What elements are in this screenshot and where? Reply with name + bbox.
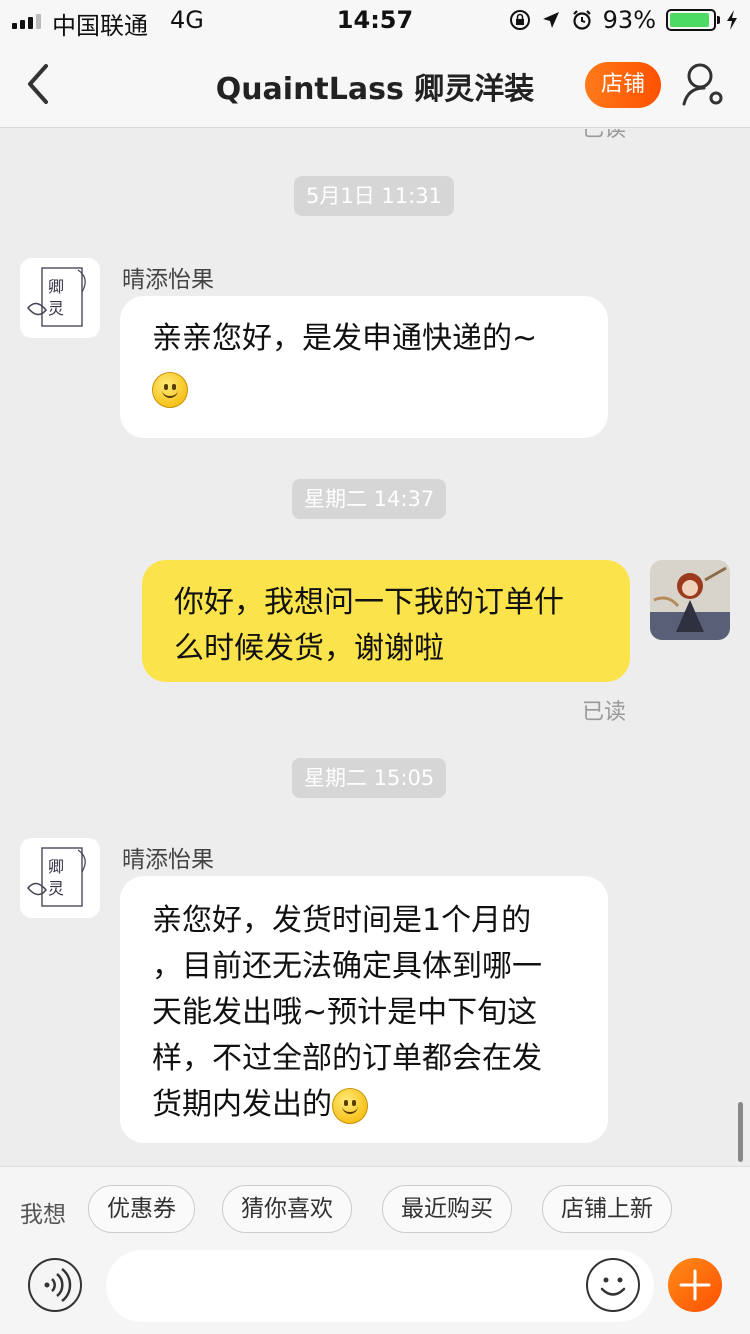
chat-area[interactable]: 已读 5月1日 11:31 卿 灵 晴添怡果 亲亲您好，是发申通快递的~ 星期二… (0, 129, 750, 1166)
message-text-line: ，目前还无法确定具体到哪一 (152, 949, 542, 984)
timestamp-pill: 星期二 15:05 (292, 758, 447, 798)
voice-icon (44, 1268, 72, 1302)
emoji-icon (600, 1277, 626, 1296)
user-avatar-image-icon (650, 560, 730, 640)
status-bar: 中国联通 4G 14:57 93% (0, 0, 750, 40)
chip-new-arrivals[interactable]: 店铺上新 (542, 1185, 672, 1233)
seller-logo-icon: 卿 灵 (20, 838, 100, 918)
nav-bar: QuaintLass 卿灵洋装 店铺 (0, 40, 750, 128)
quick-reply-bar: 我想 优惠券 猜你喜欢 最近购买 店铺上新 (0, 1166, 750, 1250)
sender-name: 晴添怡果 (122, 847, 214, 873)
message-text-line: 么时候发货，谢谢啦 (174, 631, 444, 666)
quick-reply-label: 我想 (20, 1202, 66, 1228)
chip-recent-purchases[interactable]: 最近购买 (382, 1185, 512, 1233)
battery-percent: 93% (602, 6, 656, 34)
seller-avatar[interactable]: 卿 灵 (20, 258, 100, 338)
orientation-lock-icon (509, 10, 530, 30)
message-text-line: 亲您好，发货时间是1个月的 (152, 903, 532, 938)
message-text: 亲亲您好，是发申通快递的~ (152, 321, 538, 356)
profile-settings-button[interactable] (680, 60, 728, 108)
svg-text:灵: 灵 (48, 879, 64, 898)
read-status: 已读 (582, 700, 627, 725)
message-text-line: 天能发出哦~预计是中下旬这 (152, 995, 538, 1030)
chip-coupons[interactable]: 优惠券 (88, 1185, 195, 1233)
read-status-top: 已读 (582, 129, 627, 142)
smile-emoji-icon (332, 1087, 368, 1124)
message-text-line: 样，不过全部的订单都会在发 (152, 1041, 542, 1076)
svg-text:卿: 卿 (48, 277, 64, 296)
incoming-message-bubble[interactable]: 亲亲您好，是发申通快递的~ (120, 296, 608, 438)
chip-recommendations[interactable]: 猜你喜欢 (222, 1185, 352, 1233)
store-button[interactable]: 店铺 (585, 62, 661, 108)
svg-text:灵: 灵 (48, 299, 64, 318)
user-settings-icon (682, 63, 723, 106)
battery-icon (666, 9, 720, 31)
message-text-line: 货期内发出的 (152, 1087, 332, 1122)
message-input[interactable] (106, 1250, 654, 1322)
seller-logo-icon: 卿 灵 (20, 258, 100, 338)
charging-icon (727, 10, 737, 30)
svg-text:卿: 卿 (48, 857, 64, 876)
message-text-line: 你好，我想问一下我的订单什 (174, 585, 564, 620)
sender-name: 晴添怡果 (122, 267, 214, 293)
location-icon (542, 12, 559, 28)
alarm-icon (572, 10, 591, 30)
voice-button[interactable] (28, 1258, 82, 1312)
emoji-button[interactable] (586, 1258, 640, 1312)
outgoing-message-bubble[interactable]: 你好，我想问一下我的订单什 么时候发货，谢谢啦 (142, 560, 630, 682)
incoming-message-bubble[interactable]: 亲您好，发货时间是1个月的 ，目前还无法确定具体到哪一 天能发出哦~预计是中下旬… (120, 876, 608, 1143)
seller-avatar[interactable]: 卿 灵 (20, 838, 100, 918)
user-avatar[interactable] (650, 560, 730, 640)
timestamp-pill: 星期二 14:37 (292, 479, 447, 519)
scrollbar[interactable] (738, 1102, 743, 1162)
plus-icon (679, 1269, 711, 1301)
smile-emoji-icon (152, 371, 188, 408)
add-button[interactable] (668, 1258, 722, 1312)
timestamp-pill: 5月1日 11:31 (294, 176, 454, 216)
status-icons: 93% (509, 6, 738, 34)
input-bar (0, 1240, 750, 1334)
